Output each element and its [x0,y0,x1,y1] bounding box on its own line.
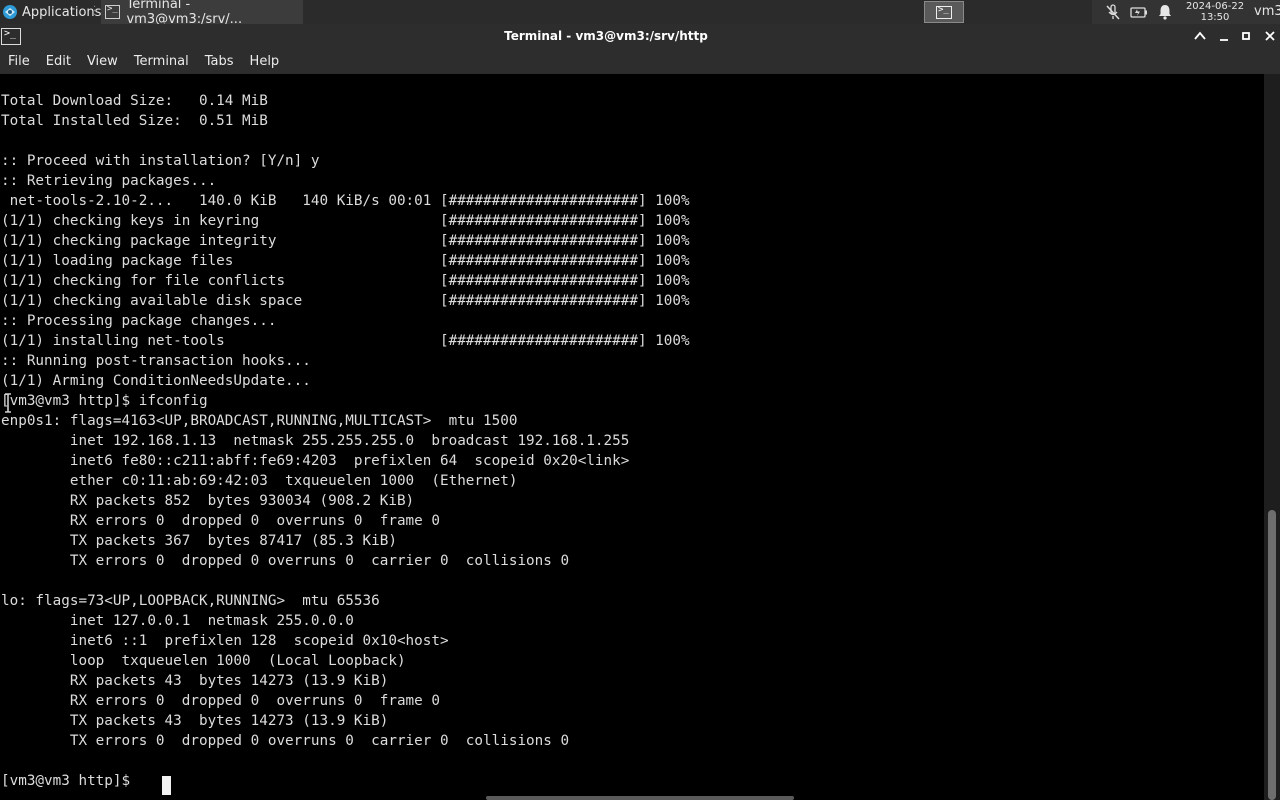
applications-label: Applications [22,4,102,20]
terminal-line: (1/1) loading package files [###########… [1,253,690,269]
terminal-line: TX packets 43 bytes 14273 (13.9 KiB) [1,713,389,729]
terminal-line: (1/1) checking available disk space [###… [1,293,690,309]
terminal-line: :: Processing package changes... [1,313,277,329]
terminal-line: lo: flags=73<UP,LOOPBACK,RUNNING> mtu 65… [1,593,380,609]
minimize-window-icon[interactable] [1216,28,1232,44]
terminal-line: enp0s1: flags=4163<UP,BROADCAST,RUNNING,… [1,413,518,429]
terminal-line: :: Retrieving packages... [1,173,217,189]
terminal-line: TX packets 367 bytes 87417 (85.3 KiB) [1,533,397,549]
close-window-icon[interactable] [1262,28,1278,44]
terminal-line: :: Running post-transaction hooks... [1,353,311,369]
clock-date: 2024-06-22 [1185,1,1245,12]
terminal-line: RX packets 852 bytes 930034 (908.2 KiB) [1,493,415,509]
terminal-line: Total Download Size: 0.14 MiB [1,93,268,109]
menu-terminal[interactable]: Terminal [126,49,197,74]
mouse-ibeam-cursor-icon [5,393,11,413]
taskbar-terminal-button[interactable]: Terminal - vm3@vm3:/srv/... [101,0,303,27]
menu-tabs[interactable]: Tabs [197,49,242,74]
horizontal-scroll-indicator [486,796,794,800]
vertical-scrollbar[interactable] [1264,74,1280,800]
terminal-line: [vm3@vm3 http]$ ifconfig [1,393,208,409]
terminal-line: RX errors 0 dropped 0 overruns 0 frame 0 [1,513,440,529]
terminal-line: :: Proceed with installation? [Y/n] y [1,153,320,169]
top-panel: Applications ··· Terminal - vm3@vm3:/srv… [0,0,1280,27]
menu-edit[interactable]: Edit [38,49,79,74]
applications-menu-button[interactable]: Applications [0,0,101,24]
vertical-scrollbar-thumb[interactable] [1268,510,1276,800]
terminal-line: ether c0:11:ab:69:42:03 txqueuelen 1000 … [1,473,518,489]
battery-icon[interactable] [1130,3,1148,21]
shade-window-icon[interactable] [1192,28,1208,44]
maximize-window-icon[interactable] [1238,28,1254,44]
terminal-line: Total Installed Size: 0.51 MiB [1,113,268,129]
terminal-line: inet6 ::1 prefixlen 128 scopeid 0x10<hos… [1,633,449,649]
clock-time: 13:50 [1200,12,1230,23]
menu-view[interactable]: View [79,49,126,74]
panel-clock[interactable]: 2024-06-22 13:50 [1182,0,1248,23]
user-menu-button[interactable]: vm3 [1254,4,1280,19]
workspace-switcher-button[interactable] [924,1,964,23]
notification-bell-icon[interactable] [1156,3,1174,21]
menu-file[interactable]: File [0,49,38,74]
window-title: Terminal - vm3@vm3:/srv/http [504,29,708,43]
xfce-logo-icon [3,5,17,19]
terminal-line: TX errors 0 dropped 0 overruns 0 carrier… [1,733,570,749]
terminal-icon [105,4,121,19]
terminal-line: [vm3@vm3 http]$ [1,773,139,789]
terminal-line: RX packets 43 bytes 14273 (13.9 KiB) [1,673,389,689]
taskbar-terminal-label: Terminal - vm3@vm3:/srv/... [126,0,243,27]
mic-muted-icon[interactable] [1104,3,1122,21]
terminal-line: (1/1) installing net-tools [############… [1,333,690,349]
terminal-block-cursor [162,776,171,795]
terminal-line: RX errors 0 dropped 0 overruns 0 frame 0 [1,693,440,709]
terminal-line: (1/1) checking package integrity [######… [1,233,690,249]
terminal-output-area[interactable]: Total Download Size: 0.14 MiB Total Insta… [0,74,1264,800]
terminal-line: loop txqueuelen 1000 (Local Loopback) [1,653,406,669]
window-titlebar[interactable]: Terminal - vm3@vm3:/srv/http [0,24,1280,49]
terminal-text: Total Download Size: 0.14 MiB Total Insta… [1,91,690,791]
panel-separator: · · · [93,2,97,21]
terminal-line: (1/1) checking keys in keyring [########… [1,213,690,229]
terminal-line: TX errors 0 dropped 0 overruns 0 carrier… [1,553,570,569]
terminal-line: net-tools-2.10-2... 140.0 KiB 140 KiB/s … [1,193,690,209]
terminal-line: inet 192.168.1.13 netmask 255.255.255.0 … [1,433,630,449]
terminal-line: inet6 fe80::c211:abff:fe69:4203 prefixle… [1,453,630,469]
menu-help[interactable]: Help [242,49,288,74]
terminal-line: inet 127.0.0.1 netmask 255.0.0.0 [1,613,354,629]
terminal-line: (1/1) Arming ConditionNeedsUpdate... [1,373,311,389]
terminal-icon [936,5,952,19]
menu-bar: File Edit View Terminal Tabs Help [0,49,1280,74]
terminal-line: (1/1) checking for file conflicts [#####… [1,273,690,289]
